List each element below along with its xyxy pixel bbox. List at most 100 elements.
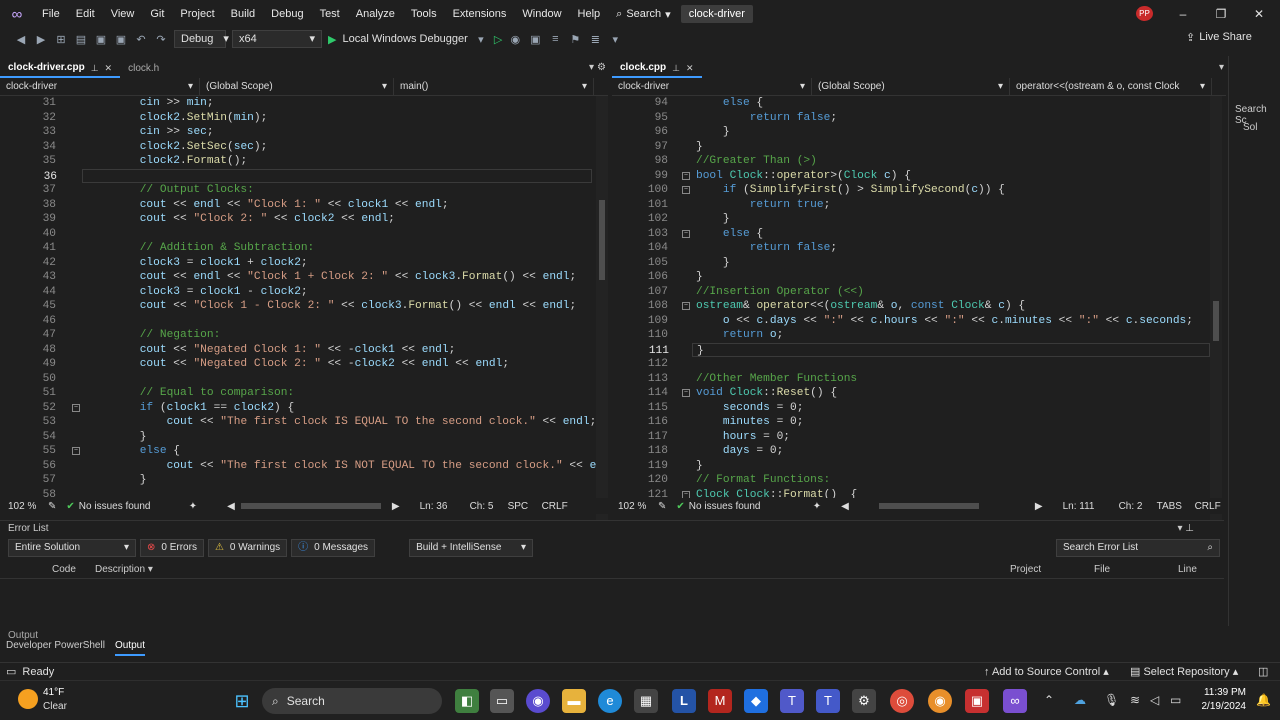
menu-window[interactable]: Window bbox=[514, 0, 569, 28]
bookmark-icon[interactable]: ⚑ bbox=[568, 33, 582, 46]
member-nav-dropdown[interactable]: operator<<(ostream & o, const Clock ▾ bbox=[1010, 77, 1212, 96]
column-description[interactable]: Description ▾ bbox=[95, 564, 153, 575]
line-ending-indicator[interactable]: CRLF bbox=[1195, 501, 1221, 512]
column-file[interactable]: File bbox=[1094, 564, 1110, 575]
search-error-list-input[interactable]: Search Error List ⌕ bbox=[1056, 539, 1220, 557]
dropbox-icon[interactable]: ◆ bbox=[744, 689, 768, 713]
configuration-dropdown[interactable]: Debug ▾ bbox=[174, 30, 229, 48]
scroll-right-icon[interactable]: ▶ bbox=[392, 501, 400, 512]
format-icon[interactable]: ≡ bbox=[548, 33, 562, 45]
minimize-button[interactable]: – bbox=[1164, 0, 1202, 28]
tab-developer-powershell[interactable]: Developer PowerShell bbox=[6, 640, 105, 656]
menu-edit[interactable]: Edit bbox=[68, 0, 103, 28]
camera-icon[interactable]: ▣ bbox=[528, 33, 542, 46]
tray-chevron-icon[interactable]: ⌃ bbox=[1044, 693, 1054, 707]
cleanup-icon[interactable]: ✦ bbox=[813, 501, 821, 512]
cleanup-icon[interactable]: ✦ bbox=[189, 501, 197, 512]
undo-icon[interactable]: ↶ bbox=[134, 33, 148, 46]
collapse-icon[interactable]: − bbox=[72, 447, 80, 455]
whitespace-indicator[interactable]: SPC bbox=[508, 501, 542, 512]
right-vertical-scrollbar[interactable] bbox=[1210, 96, 1222, 558]
scope-dropdown[interactable]: Entire Solution ▾ bbox=[8, 539, 136, 557]
tab-output[interactable]: Output bbox=[114, 640, 145, 656]
open-icon[interactable]: ▤ bbox=[74, 33, 88, 46]
task-view-icon[interactable]: ▭ bbox=[490, 689, 514, 713]
comment-icon[interactable]: ≣ bbox=[588, 33, 602, 46]
scroll-left-icon[interactable]: ◀ bbox=[841, 501, 849, 512]
scope-nav-dropdown[interactable]: (Global Scope) ▾ bbox=[812, 77, 1010, 96]
new-project-icon[interactable]: ⊞ bbox=[54, 33, 68, 46]
play-icon[interactable]: ▶ bbox=[328, 33, 336, 46]
settings-icon[interactable]: ⚙ bbox=[597, 62, 606, 73]
search-solution-explorer[interactable]: Search Sc bbox=[1235, 104, 1280, 126]
tab-clock-driver-cpp[interactable]: clock-driver.cpp ⊥ ✕ bbox=[0, 59, 121, 78]
messages-filter-button[interactable]: ⓘ 0 Messages bbox=[291, 539, 376, 557]
collapse-icon[interactable]: − bbox=[72, 403, 80, 412]
redo-icon[interactable]: ↷ bbox=[154, 33, 168, 46]
tab-clock-cpp[interactable]: clock.cpp ⊥ ✕ bbox=[612, 60, 702, 78]
collapse-icon[interactable]: − bbox=[682, 171, 690, 180]
column-line[interactable]: Line bbox=[1178, 564, 1197, 575]
left-vertical-scrollbar[interactable] bbox=[596, 96, 608, 558]
collapse-icon[interactable]: − bbox=[682, 302, 690, 310]
horizontal-scroll-thumb[interactable] bbox=[240, 503, 381, 509]
whitespace-indicator[interactable]: TABS bbox=[1157, 501, 1195, 512]
close-tab-icon[interactable]: ✕ bbox=[105, 59, 113, 77]
tab-dropdown-icon[interactable]: ▾ bbox=[1219, 62, 1224, 73]
issues-status[interactable]: No issues found bbox=[689, 501, 813, 512]
scroll-thumb[interactable] bbox=[1213, 301, 1219, 341]
close-tab-icon[interactable]: ✕ bbox=[686, 59, 694, 77]
start-debugger-button[interactable]: Local Windows Debugger bbox=[342, 33, 467, 45]
notification-bell-icon[interactable]: 🔔 bbox=[1256, 693, 1271, 707]
pin-icon[interactable]: ▾ ⊥ bbox=[1177, 523, 1194, 534]
volume-icon[interactable]: ◁ bbox=[1150, 693, 1159, 707]
start-without-debugging-icon[interactable]: ▷ bbox=[494, 33, 502, 46]
settings-icon[interactable]: ⚙ bbox=[852, 689, 876, 713]
menu-project[interactable]: Project bbox=[172, 0, 222, 28]
menu-debug[interactable]: Debug bbox=[263, 0, 311, 28]
edge-icon[interactable]: e bbox=[598, 689, 622, 713]
scroll-right-icon[interactable]: ▶ bbox=[1035, 501, 1043, 512]
pin-icon[interactable]: ⊥ bbox=[672, 59, 680, 77]
build-filter-dropdown[interactable]: Build + IntelliSense ▾ bbox=[409, 539, 534, 557]
chevron-down-icon[interactable]: ▾ bbox=[474, 33, 488, 46]
collapse-icon[interactable]: − bbox=[682, 229, 690, 238]
menu-help[interactable]: Help bbox=[570, 0, 609, 28]
column-code[interactable]: Code bbox=[52, 564, 76, 575]
weather-desc[interactable]: Clear bbox=[43, 701, 67, 712]
zoom-level[interactable]: 102 % bbox=[618, 501, 658, 512]
scroll-thumb[interactable] bbox=[599, 200, 605, 280]
teams-icon[interactable]: T bbox=[780, 689, 804, 713]
line-ending-indicator[interactable]: CRLF bbox=[542, 501, 568, 512]
chat-icon[interactable]: ◉ bbox=[526, 689, 550, 713]
errors-filter-button[interactable]: ⊗ 0 Errors bbox=[140, 539, 204, 557]
teams-alt-icon[interactable]: T bbox=[816, 689, 840, 713]
scroll-left-icon[interactable]: ◀ bbox=[227, 501, 235, 512]
weather-temp[interactable]: 41°F bbox=[43, 687, 64, 698]
maximize-button[interactable]: ❐ bbox=[1202, 0, 1240, 28]
select-repository-button[interactable]: ▤ Select Repository ▴ bbox=[1130, 665, 1238, 678]
left-code-editor[interactable]: 31 cin >> min; 32 clock2.SetMin(min); 33 c… bbox=[0, 96, 608, 558]
menu-test[interactable]: Test bbox=[312, 0, 348, 28]
collapse-icon[interactable]: − bbox=[682, 389, 690, 397]
store-icon[interactable]: ▦ bbox=[634, 689, 658, 713]
menu-file[interactable]: File bbox=[34, 0, 68, 28]
scope-nav-dropdown[interactable]: (Global Scope) ▾ bbox=[200, 77, 394, 96]
browser-icon[interactable]: ◉ bbox=[508, 33, 522, 46]
visual-studio-icon[interactable]: ∞ bbox=[1003, 689, 1027, 713]
save-all-icon[interactable]: ▣ bbox=[114, 33, 128, 46]
windows-start-icon[interactable]: ⊞ bbox=[230, 689, 254, 713]
record-icon[interactable]: ▣ bbox=[965, 689, 989, 713]
live-share-button[interactable]: ⇪ Live Share bbox=[1186, 31, 1252, 44]
horizontal-scroll-thumb[interactable] bbox=[878, 503, 979, 509]
menu-build[interactable]: Build bbox=[223, 0, 263, 28]
more-icon[interactable]: ▾ bbox=[608, 33, 622, 46]
taskbar-search[interactable]: ⌕ Search bbox=[262, 688, 442, 714]
project-nav-dropdown[interactable]: clock-driver ▾ bbox=[0, 77, 200, 96]
column-project[interactable]: Project bbox=[1010, 564, 1041, 575]
project-nav-dropdown[interactable]: clock-driver ▾ bbox=[612, 77, 812, 96]
zoom-level[interactable]: 102 % bbox=[8, 501, 48, 512]
onedrive-icon[interactable]: ☁ bbox=[1074, 693, 1086, 707]
wifi-icon[interactable]: ≋ bbox=[1130, 693, 1140, 707]
widgets-icon[interactable]: ◧ bbox=[455, 689, 479, 713]
